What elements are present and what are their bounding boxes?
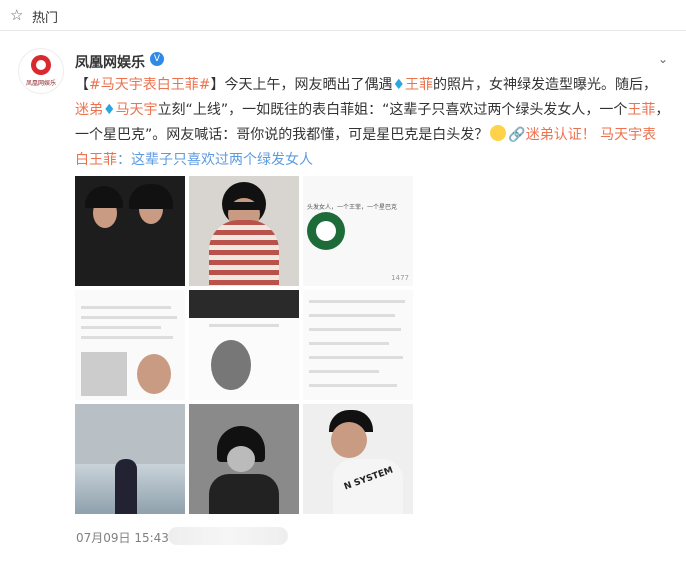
star-icon: ☆ xyxy=(10,6,24,24)
mention-link[interactable]: 马天宇 xyxy=(116,102,158,118)
link-text[interactable]: 迷弟认证！ xyxy=(526,127,596,143)
photo-9[interactable]: N SYSTEM xyxy=(303,404,413,514)
top-bar: ☆ 热门 xyxy=(0,0,686,31)
image-grid: 头发女人，一个王菲，一个星巴克 1477 N SYSTEM xyxy=(75,176,413,514)
photo-8[interactable] xyxy=(189,404,299,514)
photo-1[interactable] xyxy=(75,176,185,286)
emoji-icon xyxy=(490,125,507,141)
post-time[interactable]: 07月09日 15:43 xyxy=(76,529,169,546)
author-name[interactable]: 凤凰网娱乐 xyxy=(75,52,145,72)
chevron-down-icon[interactable]: ⌄ xyxy=(658,52,668,66)
mention-link[interactable]: 王菲 xyxy=(627,102,655,118)
topbar-title: 热门 xyxy=(32,11,59,26)
mention-link[interactable]: 迷弟 xyxy=(75,102,103,118)
logo-icon xyxy=(31,55,51,75)
mention-link[interactable]: 王菲 xyxy=(405,77,433,93)
post-text: 【#马天宇表白王菲#】今天上午，网友晒出了偶遇♦王菲的照片，女神绿发造型曝光。随… xyxy=(75,77,670,168)
link-icon: 🔗 xyxy=(508,127,526,143)
topic-tail[interactable]: ：这辈子只喜欢过两个绿发女人 xyxy=(117,152,313,168)
blurred-source xyxy=(168,527,288,545)
starbucks-logo-icon xyxy=(307,212,345,250)
avatar[interactable]: 凤凰网娱乐 xyxy=(18,48,64,94)
photo-6[interactable] xyxy=(303,290,413,400)
photo-3[interactable]: 头发女人，一个王菲，一个星巴克 1477 xyxy=(303,176,413,286)
photo-4[interactable] xyxy=(75,290,185,400)
photo-7[interactable] xyxy=(75,404,185,514)
verified-icon: V xyxy=(150,52,164,66)
photo-5[interactable] xyxy=(189,290,299,400)
like-count: 1477 xyxy=(391,274,409,282)
diamond-icon: ♦ xyxy=(103,102,116,118)
logo-text: 凤凰网娱乐 xyxy=(25,80,56,87)
photo-2[interactable] xyxy=(189,176,299,286)
diamond-icon: ♦ xyxy=(392,77,406,93)
hashtag-link[interactable]: #马天宇表白王菲# xyxy=(89,77,210,93)
